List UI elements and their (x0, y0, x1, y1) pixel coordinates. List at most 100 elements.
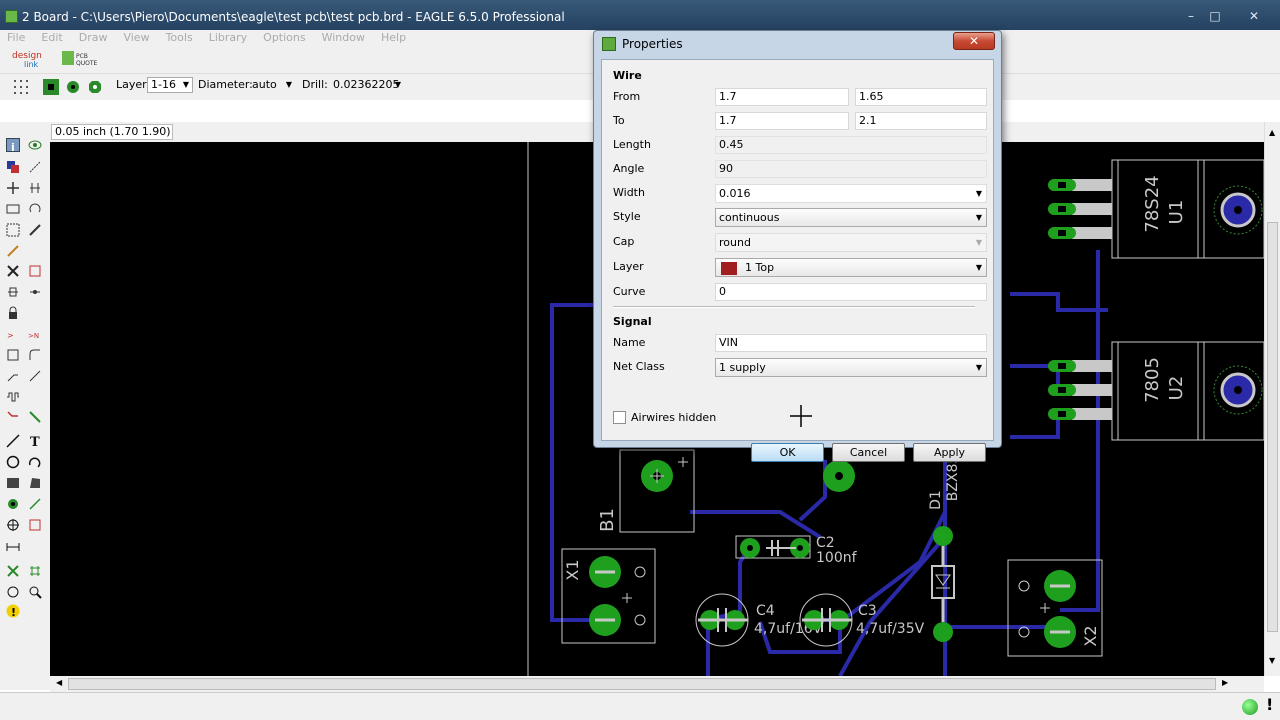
style-combo[interactable]: continuous ▼ (715, 208, 987, 227)
diameter-label: Diameter: (198, 78, 253, 91)
warning-icon[interactable]: ! (6, 604, 20, 619)
width-combo[interactable]: 0.016 ▼ (715, 184, 987, 203)
cancel-button[interactable]: Cancel (832, 443, 905, 462)
from-y-field[interactable]: 1.65 (855, 88, 987, 106)
drc-check-icon[interactable] (6, 585, 20, 599)
hole-icon[interactable] (6, 518, 20, 532)
menu-draw[interactable]: Draw (71, 30, 116, 46)
display-icon[interactable] (6, 160, 20, 174)
miter-icon[interactable] (28, 348, 42, 362)
mark-icon[interactable] (28, 160, 42, 174)
wire-icon[interactable] (6, 434, 20, 448)
route-icon[interactable] (6, 410, 20, 424)
curve-field[interactable]: 0 (715, 283, 987, 301)
apply-button[interactable]: Apply (913, 443, 986, 462)
via-octagon-icon[interactable] (86, 78, 104, 96)
maximize-button[interactable]: □ (1204, 8, 1226, 24)
group-icon[interactable] (6, 223, 20, 237)
rotate-icon[interactable] (28, 202, 42, 216)
designlink-logo[interactable]: design link (10, 48, 54, 70)
menu-edit[interactable]: Edit (33, 30, 70, 46)
arc-icon[interactable] (28, 455, 42, 469)
ratsnest-icon[interactable] (6, 564, 20, 578)
close-window-button[interactable]: ✕ (1243, 8, 1265, 24)
scroll-down-icon[interactable]: ▼ (1269, 656, 1275, 665)
via-round-icon[interactable] (64, 78, 82, 96)
menu-library[interactable]: Library (201, 30, 255, 46)
menu-help[interactable]: Help (373, 30, 414, 46)
horizontal-scrollbar[interactable]: ◀ ▶ (50, 676, 1264, 692)
cap-value: round (719, 236, 751, 249)
rect-icon[interactable] (6, 476, 20, 490)
chevron-down-icon: ▼ (285, 80, 292, 89)
dimension-icon[interactable] (6, 539, 20, 553)
menu-window[interactable]: Window (314, 30, 373, 46)
ripup-icon[interactable] (28, 410, 42, 424)
move-icon[interactable] (6, 181, 20, 195)
stop-command-icon[interactable]: ! (1266, 695, 1273, 714)
via-square-icon[interactable] (42, 78, 60, 96)
via-icon[interactable] (6, 497, 20, 511)
cap-combo[interactable]: round ▼ (715, 233, 987, 252)
signal-icon[interactable] (28, 497, 42, 511)
layer-combo[interactable]: 1 Top ▼ (715, 258, 987, 277)
menu-tools[interactable]: Tools (158, 30, 201, 46)
diameter-select[interactable]: auto ▼ (248, 77, 296, 93)
add-icon[interactable] (28, 264, 42, 278)
delete-icon[interactable] (6, 264, 20, 278)
text-icon[interactable]: T (28, 434, 42, 450)
minimize-button[interactable]: – (1180, 8, 1202, 24)
x2-name: X2 (1081, 625, 1100, 646)
airwires-hidden-checkbox[interactable] (613, 411, 626, 424)
vertical-scroll-thumb[interactable] (1267, 222, 1278, 632)
split-icon[interactable] (6, 348, 20, 362)
errors-icon[interactable] (28, 585, 42, 599)
scroll-right-icon[interactable]: ▶ (1222, 678, 1228, 687)
smash-icon[interactable]: > (6, 327, 20, 341)
menu-view[interactable]: View (115, 30, 157, 46)
width-label: Width (613, 186, 645, 199)
horizontal-scroll-thumb[interactable] (68, 678, 1216, 690)
ok-button[interactable]: OK (751, 443, 824, 462)
to-x-field[interactable]: 1.7 (715, 112, 849, 130)
polygon-icon[interactable] (28, 476, 42, 490)
to-y-field[interactable]: 2.1 (855, 112, 987, 130)
from-x-field[interactable]: 1.7 (715, 88, 849, 106)
drill-select[interactable]: 0.02362205 ▼ (329, 77, 405, 93)
scroll-left-icon[interactable]: ◀ (56, 678, 62, 687)
angle-label: Angle (613, 162, 645, 175)
coordinate-display: 0.05 inch (1.70 1.90) (51, 124, 173, 140)
vertical-scrollbar[interactable]: ▲ ▼ (1264, 122, 1280, 676)
circle-icon[interactable] (6, 455, 20, 469)
scroll-up-icon[interactable]: ▲ (1269, 128, 1275, 137)
layer-label: Layer (613, 260, 644, 273)
auto-icon[interactable] (28, 564, 42, 578)
netclass-value: 1 supply (719, 361, 766, 374)
pcbquote-logo[interactable]: PCB QUOTE (62, 50, 100, 68)
netclass-combo[interactable]: 1 supply ▼ (715, 358, 987, 377)
attribute-icon[interactable] (28, 518, 42, 532)
show-icon[interactable] (28, 138, 42, 152)
optimize-icon[interactable] (28, 369, 42, 383)
copy-icon[interactable] (28, 181, 42, 195)
change-icon[interactable] (28, 223, 42, 237)
lock-icon[interactable] (6, 306, 20, 320)
pinswap-icon[interactable] (28, 285, 42, 299)
split-wire-icon[interactable] (6, 369, 20, 383)
value-icon[interactable]: >N (28, 327, 42, 341)
layer-select[interactable]: 1-16 ▼ (147, 77, 193, 93)
meander-icon[interactable] (6, 390, 20, 404)
grid-icon[interactable] (12, 78, 30, 96)
mirror-icon[interactable] (6, 202, 20, 216)
layer-color-swatch (721, 261, 737, 275)
width-value: 0.016 (719, 187, 751, 200)
paste-icon[interactable] (6, 244, 20, 258)
replace-icon[interactable] (6, 285, 20, 299)
menu-file[interactable]: File (0, 30, 33, 46)
menu-options[interactable]: Options (255, 30, 313, 46)
signal-name-field[interactable]: VIN (715, 334, 987, 352)
dialog-close-button[interactable]: ✕ (953, 32, 995, 50)
info-icon[interactable]: i (6, 138, 20, 154)
dialog-app-icon (602, 37, 616, 51)
c3-value: 4,7uf/35V (856, 621, 925, 637)
